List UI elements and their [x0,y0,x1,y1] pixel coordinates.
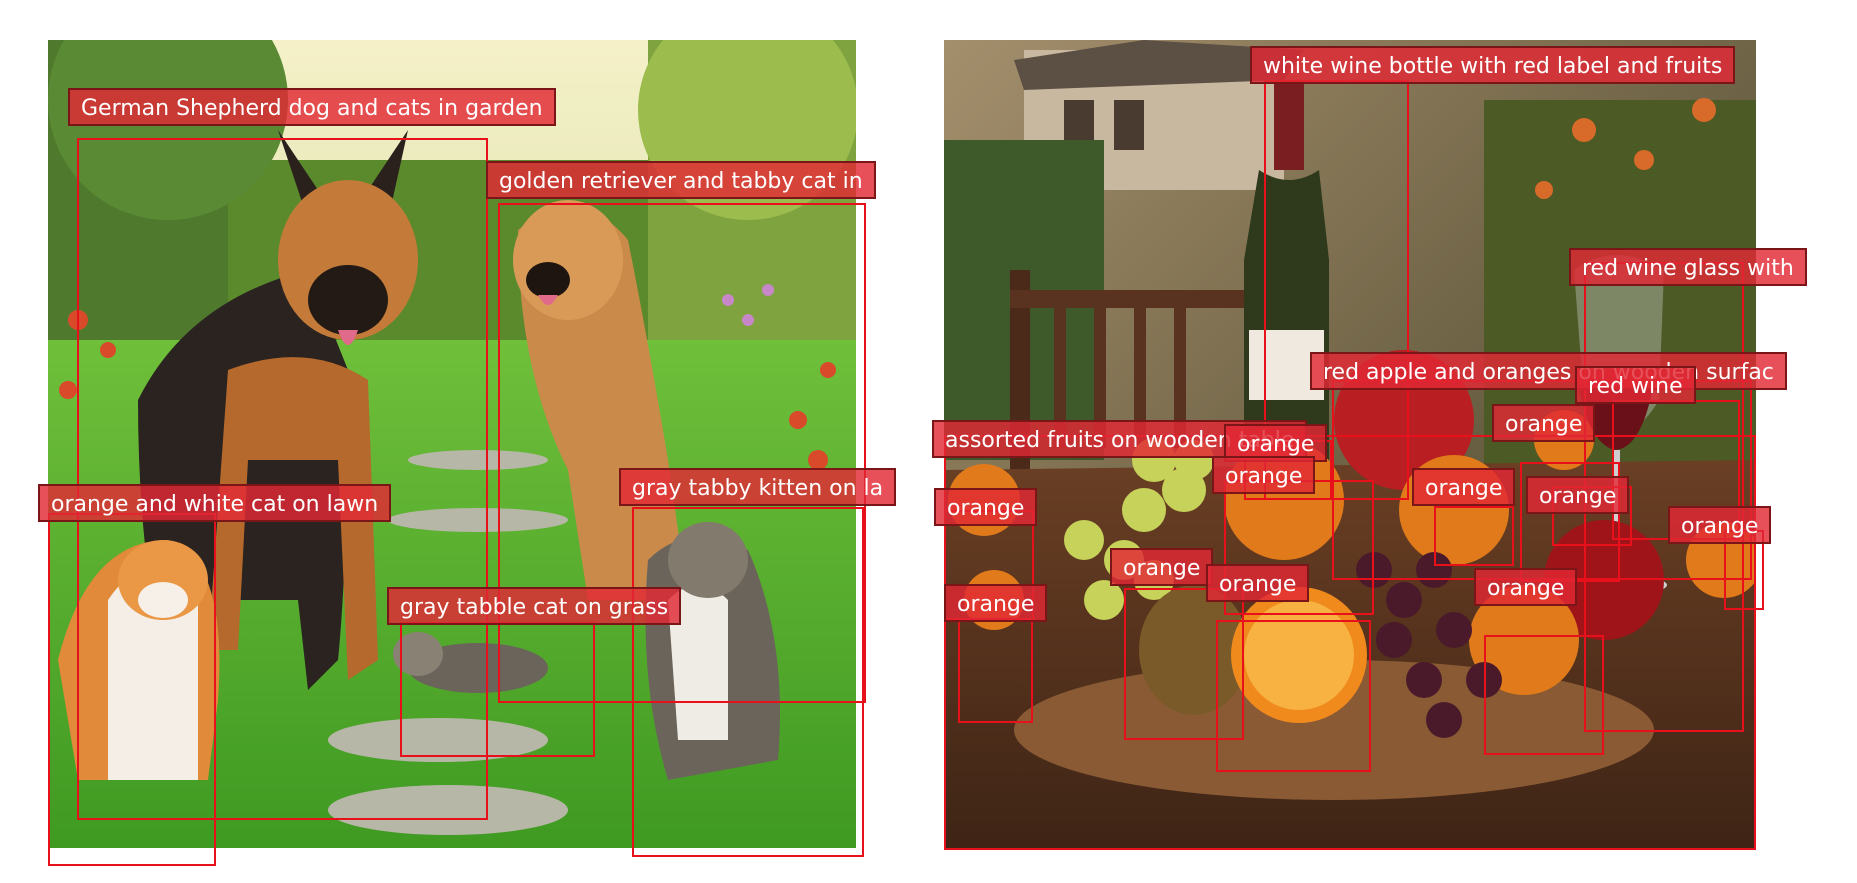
label-german-shepherd: German Shepherd dog and cats in garden [68,88,556,126]
bbox-orange-9 [1484,635,1604,755]
bbox-gray-tabble-cat [400,622,595,757]
label-orange-4: orange [1492,404,1596,442]
bbox-gray-tabby-kitten [632,507,864,857]
label-orange-8: orange [1206,564,1310,602]
label-orange-10: orange [1412,468,1516,506]
label-orange-2: orange [1212,456,1316,494]
label-golden-retriever: golden retriever and tabby cat in [486,161,876,199]
label-orange-9: orange [1474,568,1578,606]
label-gray-tabby-kitten: gray tabby kitten on la [619,468,897,506]
bbox-orange-11 [1434,506,1514,566]
label-red-wine: red wine [1575,366,1696,404]
label-wine-bottle: white wine bottle with red label and fru… [1250,46,1736,84]
label-gray-tabble-cat: gray tabble cat on grass [387,587,682,625]
label-orange-7: orange [1110,548,1214,586]
bbox-orange-8 [1216,620,1371,772]
bbox-orange-6 [958,618,1033,723]
label-wine-glass: red wine glass with [1569,248,1807,286]
label-orange-white-cat: orange and white cat on lawn [38,484,392,522]
label-orange-3: orange [934,488,1038,526]
label-orange-5: orange [1668,506,1772,544]
label-orange-6: orange [944,584,1048,622]
label-orange-11: orange [1526,476,1630,514]
label-apple-oranges: red apple and oranges on wooden surfac [1310,352,1787,390]
bbox-orange-white-cat [48,513,216,866]
